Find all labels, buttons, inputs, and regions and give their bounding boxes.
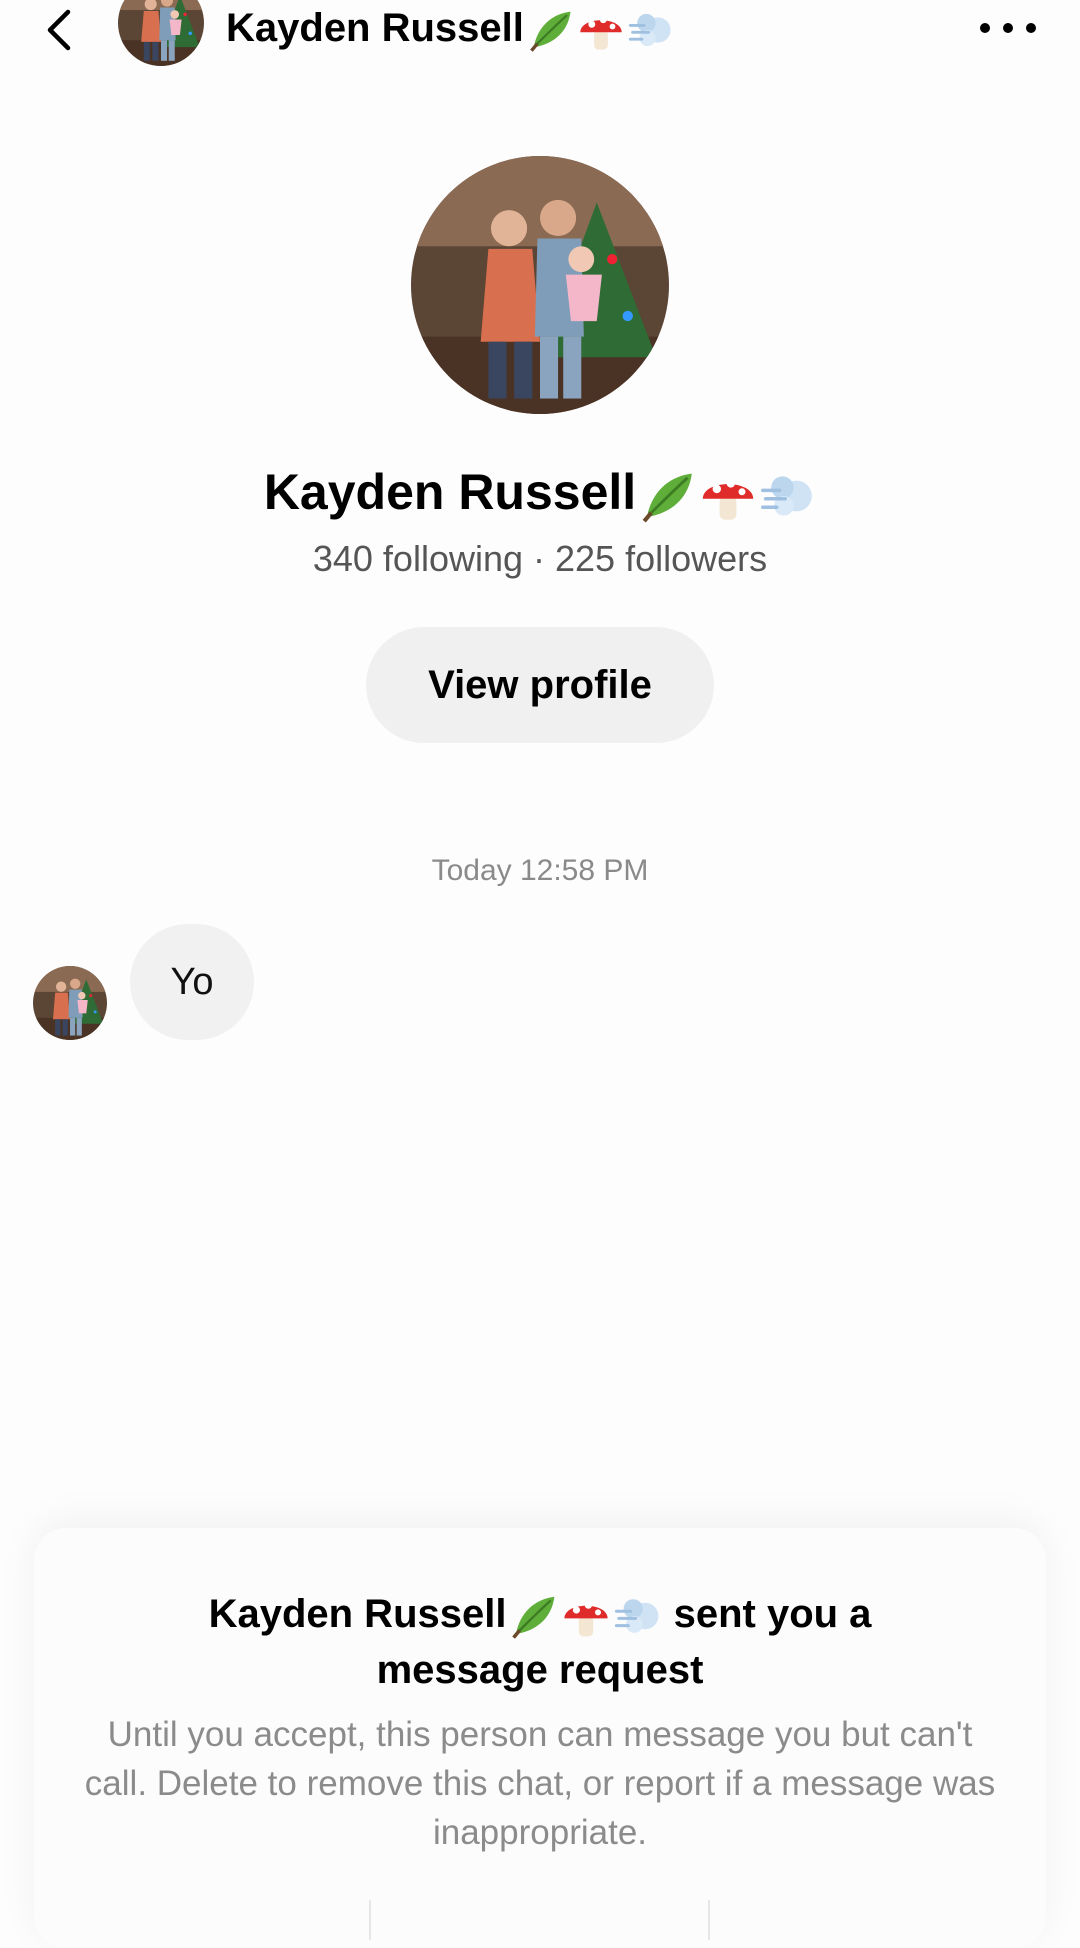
dash-emoji-icon	[614, 1592, 662, 1640]
name-emojis	[528, 7, 674, 53]
message-request-card: Kayden Russell sent you a message reques…	[34, 1528, 1046, 1948]
family-photo-icon	[118, 0, 204, 66]
dash-emoji-icon	[760, 468, 816, 524]
profile-stats: 340 following · 225 followers	[312, 538, 768, 579]
profile-name-text: Kayden Russell	[263, 464, 637, 520]
header-avatar[interactable]	[118, 0, 204, 66]
name-emojis	[640, 468, 816, 524]
request-sender-name: Kayden Russell	[208, 1592, 507, 1636]
family-photo-icon	[33, 966, 107, 1040]
dash-emoji-icon	[628, 7, 674, 53]
request-description: Until you accept, this person can messag…	[84, 1715, 996, 1852]
profile-avatar[interactable]	[411, 156, 669, 414]
chevron-left-icon	[47, 9, 71, 51]
dot-icon	[1003, 23, 1013, 33]
request-title: Kayden Russell sent you a message reques…	[94, 1586, 986, 1698]
chat-header: Kayden Russell	[0, 0, 1080, 60]
dot-icon	[980, 23, 990, 33]
name-emojis	[510, 1592, 662, 1640]
header-username-text: Kayden Russell	[226, 6, 524, 50]
profile-name: Kayden Russell	[0, 462, 1080, 524]
header-username[interactable]: Kayden Russell	[226, 0, 674, 56]
leaf-emoji-icon	[528, 7, 574, 53]
request-title-line2: message request	[376, 1648, 704, 1692]
mushroom-emoji-icon	[700, 468, 756, 524]
message-avatar[interactable]	[33, 966, 107, 1040]
family-photo-icon	[411, 156, 669, 414]
mushroom-emoji-icon	[562, 1592, 610, 1640]
leaf-emoji-icon	[510, 1592, 558, 1640]
action-divider	[708, 1900, 710, 1940]
request-title-suffix: sent you a	[662, 1592, 872, 1636]
view-profile-button[interactable]: View profile	[366, 627, 714, 743]
mushroom-emoji-icon	[578, 7, 624, 53]
back-button[interactable]	[40, 6, 80, 54]
message-bubble[interactable]: Yo	[130, 924, 254, 1040]
action-divider	[369, 1900, 371, 1940]
message-timestamp: Today 12:58 PM	[431, 854, 649, 887]
leaf-emoji-icon	[640, 468, 696, 524]
dot-icon	[1026, 23, 1036, 33]
more-options-button[interactable]	[980, 14, 1036, 42]
